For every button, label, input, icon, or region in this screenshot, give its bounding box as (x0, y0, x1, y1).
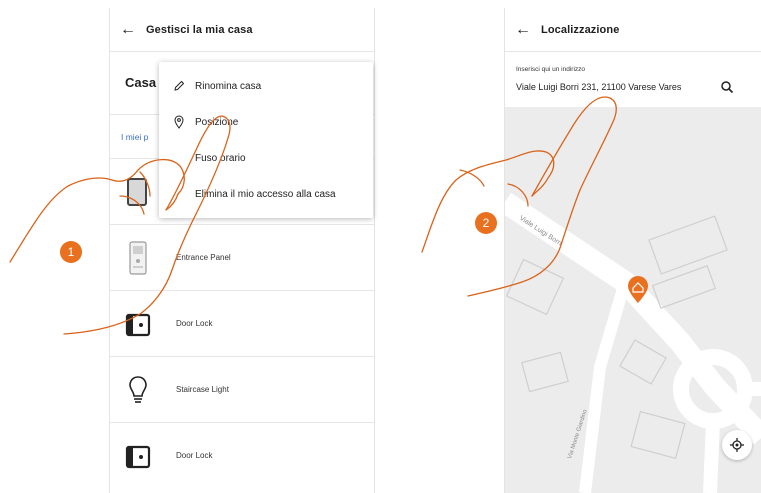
pencil-icon (171, 79, 187, 93)
intercom-icon (127, 178, 147, 206)
entrance-panel-icon (129, 241, 147, 275)
back-arrow-icon[interactable]: ← (110, 21, 146, 39)
menu-item-remove-access[interactable]: Elimina il mio accesso alla casa (171, 186, 336, 202)
my-devices-link[interactable]: I miei p (121, 132, 148, 142)
menu-item-position[interactable]: Posizione (171, 114, 238, 130)
list-item[interactable]: Door Lock (110, 422, 374, 488)
map-canvas: Viale Luigi Borri Via Monte Giardino (505, 192, 761, 493)
light-bulb-icon (129, 376, 147, 403)
my-location-button[interactable] (722, 430, 752, 460)
address-label: Inserisci qui un indirizzo (516, 66, 586, 73)
building (521, 351, 569, 393)
building (505, 258, 565, 316)
address-search-field[interactable]: Inserisci qui un indirizzo Viale Luigi B… (505, 53, 761, 107)
menu-item-label: Fuso orario (195, 152, 246, 164)
device-label: Entrance Panel (176, 253, 231, 262)
search-icon[interactable] (720, 80, 734, 94)
app-bar: ← Localizzazione (505, 8, 761, 52)
back-arrow-icon[interactable]: ← (505, 21, 541, 39)
step-badge-1: 1 (60, 241, 82, 263)
building (648, 215, 728, 275)
menu-item-label: Elimina il mio accesso alla casa (195, 188, 336, 200)
building (651, 265, 717, 309)
location-screen: ← Localizzazione Inserisci qui un indiri… (504, 8, 761, 493)
road-via-monte-giardino (579, 280, 631, 493)
device-label: Door Lock (176, 451, 213, 460)
menu-item-rename-house[interactable]: Rinomina casa (171, 78, 261, 94)
door-lock-icon (125, 313, 151, 337)
menu-item-timezone[interactable]: Fuso orario (171, 150, 246, 166)
menu-item-label: Posizione (195, 116, 239, 128)
page-title: Gestisci la mia casa (146, 23, 253, 36)
app-bar: ← Gestisci la mia casa (110, 8, 374, 52)
address-input[interactable]: Viale Luigi Borri 231, 21100 Varese Vare… (516, 82, 681, 92)
door-lock-icon (125, 445, 151, 469)
device-label: Door Lock (176, 319, 213, 328)
list-item[interactable]: Staircase Light (110, 356, 374, 422)
map-view[interactable]: Viale Luigi Borri Via Monte Giardino (505, 107, 761, 493)
list-item[interactable]: Entrance Panel (110, 224, 374, 290)
list-item[interactable]: Door Lock (110, 290, 374, 356)
crosshair-icon (730, 438, 744, 452)
location-pin-icon (171, 115, 187, 129)
page-title: Localizzazione (541, 23, 620, 36)
device-label: Staircase Light (176, 385, 229, 394)
house-label: Casa (125, 75, 157, 90)
menu-item-label: Rinomina casa (195, 80, 262, 92)
building (630, 410, 686, 460)
step-badge-2: 2 (475, 212, 497, 234)
house-options-menu: Rinomina casa Posizione Fuso orario Elim… (159, 62, 373, 218)
building (619, 339, 667, 385)
road (703, 420, 720, 493)
